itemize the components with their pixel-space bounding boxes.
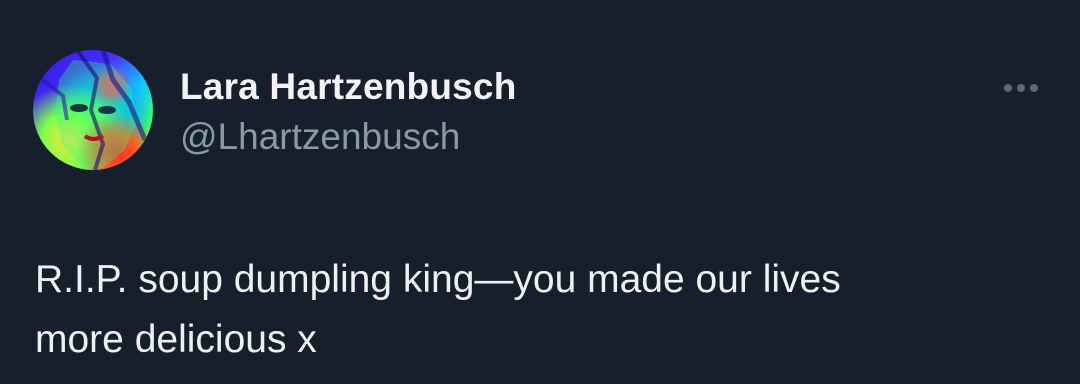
- avatar-portrait-graphic: [41, 50, 148, 170]
- tweet-text-line: more delicious x: [35, 318, 317, 361]
- author-handle[interactable]: @Lhartzenbusch: [180, 116, 460, 158]
- tweet-text: R.I.P. soup dumpling king—you made our l…: [35, 250, 1045, 370]
- author-display-name[interactable]: Lara Hartzenbusch: [180, 66, 517, 108]
- more-horizontal-icon-dot: [1030, 84, 1038, 92]
- more-horizontal-icon-dot: [1004, 84, 1012, 92]
- tweet-card: Lara Hartzenbusch @Lhartzenbusch R.I.P. …: [0, 0, 1080, 384]
- avatar[interactable]: [33, 50, 153, 170]
- more-options-button[interactable]: [996, 70, 1046, 106]
- tweet-text-line: R.I.P. soup dumpling king—you made our l…: [35, 258, 841, 301]
- more-horizontal-icon-dot: [1017, 84, 1025, 92]
